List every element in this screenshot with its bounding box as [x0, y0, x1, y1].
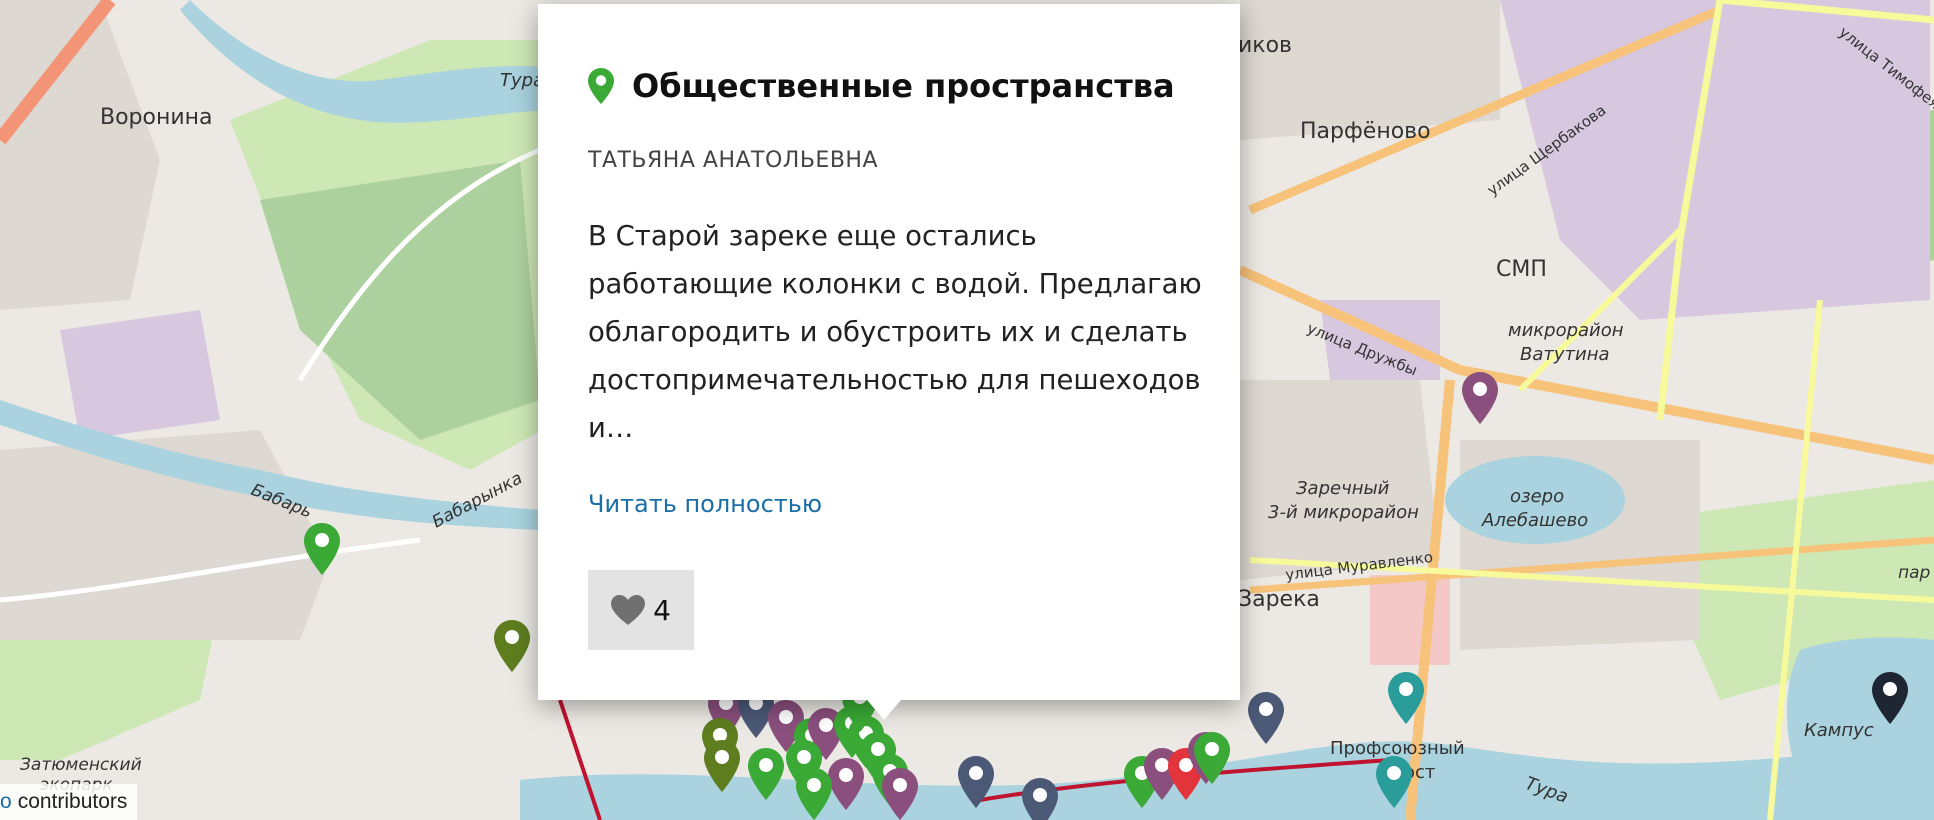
read-more-link[interactable]: Читать полностью — [588, 490, 822, 518]
label-profsoyuzny: Профсоюзный — [1330, 738, 1465, 759]
like-button[interactable]: 4 — [588, 570, 694, 650]
popup-description-line: облагородить и обустроить их и сделать — [588, 316, 1188, 348]
label-smp: СМП — [1496, 257, 1547, 282]
heart-icon — [611, 595, 646, 625]
map-pin-icon — [588, 68, 614, 104]
label-zareka: Зарека — [1238, 587, 1320, 612]
popup-category-title: Общественные пространства — [632, 67, 1175, 105]
attribution-text: contributors — [17, 790, 128, 813]
popup-description: В Старой зареке еще остались работающие … — [588, 212, 1208, 452]
label-ozero-2: Алебашево — [1481, 510, 1588, 531]
idea-popup: Общественные пространства ТАТЬЯНА АНАТОЛ… — [538, 4, 1240, 700]
label-voronina: Воронина — [100, 105, 213, 130]
attribution-link[interactable]: o — [0, 784, 12, 820]
popup-author: ТАТЬЯНА АНАТОЛЬЕВНА — [588, 148, 879, 173]
label-ikov: иков — [1238, 33, 1292, 58]
label-zatyumensky-1: Затюменский — [20, 755, 142, 775]
popup-description-line: В Старой зареке еще остались — [588, 220, 1037, 252]
label-vatutina-2: Ватутина — [1520, 344, 1610, 365]
label-parfenovo: Парфёново — [1300, 119, 1431, 144]
popup-description-line: достопримечательностью для пешеходов — [588, 364, 1201, 396]
popup-header: Общественные пространства — [588, 64, 1175, 108]
label-zarechny-2: 3-й микрорайон — [1268, 502, 1419, 523]
label-kampus: Кампус — [1804, 720, 1874, 741]
popup-description-line: и… — [588, 412, 634, 444]
label-vatutina-1: микрорайон — [1508, 320, 1624, 341]
label-ozero-1: озеро — [1510, 486, 1564, 507]
label-par: пар — [1898, 563, 1931, 583]
label-zarechny-1: Заречный — [1296, 478, 1390, 499]
popup-pointer — [862, 694, 906, 720]
popup-description-line: работающие колонки с водой. Предлагаю — [588, 268, 1202, 300]
map-attribution: o contributors — [0, 784, 138, 820]
like-count: 4 — [653, 593, 671, 627]
